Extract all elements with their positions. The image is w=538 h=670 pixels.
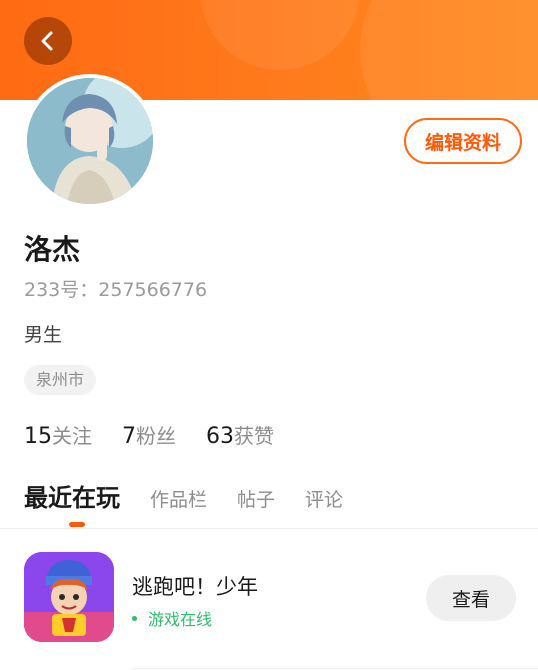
view-game-button[interactable]: 查看 <box>426 575 516 621</box>
stat-following[interactable]: 15 关注 <box>24 420 92 449</box>
edit-profile-button[interactable]: 编辑资料 <box>404 118 522 164</box>
tabs-divider <box>0 528 538 529</box>
banner-decoration <box>200 0 360 70</box>
back-button[interactable] <box>24 17 72 65</box>
tab-comments[interactable]: 评论 <box>305 485 343 512</box>
avatar-image <box>27 78 153 204</box>
game-icon[interactable] <box>24 552 114 642</box>
city-tag: 泉州市 <box>24 365 97 395</box>
avatar[interactable] <box>23 74 157 208</box>
stat-following-count: 15 <box>24 424 52 449</box>
active-tab-indicator <box>69 522 85 527</box>
stat-likes-label: 获赞 <box>234 424 274 448</box>
stat-following-label: 关注 <box>52 424 92 448</box>
list-item[interactable]: 逃跑吧！少年 游戏在线 查看 <box>0 552 538 644</box>
stat-likes[interactable]: 63 获赞 <box>206 420 274 449</box>
banner-decoration <box>360 0 538 100</box>
game-status: 游戏在线 <box>132 606 212 630</box>
tab-posts[interactable]: 帖子 <box>237 485 275 512</box>
stat-fans[interactable]: 7 粉丝 <box>122 420 176 449</box>
tab-works[interactable]: 作品栏 <box>150 485 207 512</box>
profile-tabs: 最近在玩 作品栏 帖子 评论 <box>24 478 373 513</box>
game-title: 逃跑吧！少年 <box>132 575 258 599</box>
user-gender: 男生 <box>24 324 63 346</box>
chevron-left-icon <box>41 31 53 51</box>
stats-bar: 15 关注 7 粉丝 63 获赞 <box>24 420 274 449</box>
game-status-label: 游戏在线 <box>148 610 213 629</box>
stat-fans-label: 粉丝 <box>136 424 176 448</box>
user-id: 233号：257566776 <box>24 279 208 301</box>
stat-likes-count: 63 <box>206 424 234 449</box>
online-dot-icon <box>132 615 137 621</box>
stat-fans-count: 7 <box>122 424 136 449</box>
tab-recently-played[interactable]: 最近在玩 <box>24 478 120 513</box>
user-name: 洛杰 <box>24 233 81 266</box>
list-divider <box>132 668 538 669</box>
